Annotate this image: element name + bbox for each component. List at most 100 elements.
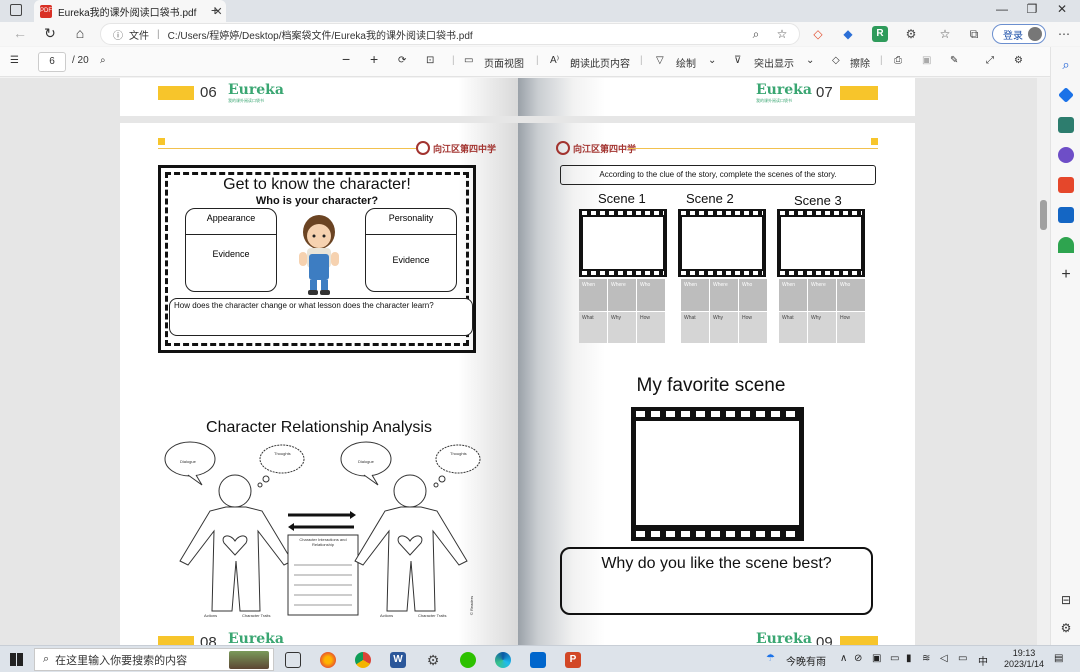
extension-blue-icon[interactable]: ◆: [840, 26, 856, 42]
search-icon[interactable]: ⌕: [100, 55, 106, 66]
sidebar-outlook-icon[interactable]: [1058, 207, 1074, 223]
total-pages: / 20: [72, 55, 89, 66]
weather-text[interactable]: 今晚有雨: [786, 653, 826, 668]
clock[interactable]: 19:13 2023/1/14: [1004, 648, 1044, 670]
highlight-dropdown-icon[interactable]: ⌄: [806, 55, 814, 66]
print-icon[interactable]: ⎙: [894, 55, 902, 66]
new-tab-button[interactable]: +: [206, 2, 224, 18]
weather-icon[interactable]: ☂: [766, 653, 775, 664]
draw-button[interactable]: 绘制: [676, 55, 696, 70]
erase-icon[interactable]: ◇: [832, 55, 840, 66]
sidebar-add-icon[interactable]: +: [1058, 267, 1074, 283]
zoom-in-button[interactable]: +: [370, 51, 378, 67]
tray-camera-icon[interactable]: ▭: [890, 653, 899, 664]
header-line: [158, 148, 416, 149]
sidebar-search-icon[interactable]: ⌕: [1058, 57, 1074, 73]
sidebar-toolbox-icon[interactable]: [1058, 117, 1074, 133]
tray-network-icon[interactable]: ▣: [872, 653, 881, 664]
school-logo: 向江区第四中学: [556, 141, 636, 155]
favorites-icon[interactable]: ☆: [937, 26, 953, 42]
what-cell: What: [579, 311, 607, 343]
lesson-question: How does the character change or what le…: [174, 301, 434, 310]
draw-dropdown-icon[interactable]: ⌄: [708, 55, 716, 66]
read-aloud-button[interactable]: 朗读此页内容: [570, 55, 630, 70]
rotate-icon[interactable]: ⟳: [398, 55, 406, 66]
windows-start-icon[interactable]: [10, 653, 23, 666]
fullscreen-icon[interactable]: ⤢: [986, 55, 994, 66]
film-holes: [582, 271, 664, 275]
highlight-button[interactable]: 突出显示: [754, 55, 794, 70]
sidebar-settings-icon[interactable]: ⚙: [1058, 621, 1074, 637]
yellow-bar: [158, 86, 194, 100]
search-icon: ⌕: [43, 653, 50, 665]
zoom-icon[interactable]: ⌕: [748, 26, 764, 42]
minimize-icon[interactable]: —: [988, 2, 1016, 16]
interaction-box-label: Character Interactions and Relationship: [299, 537, 347, 547]
actions-left: Actions: [204, 613, 218, 618]
scrollbar-thumb[interactable]: [1040, 200, 1047, 230]
sidebar-office-icon[interactable]: [1058, 177, 1074, 193]
film-holes: [681, 271, 763, 275]
wechat-icon[interactable]: [460, 652, 476, 668]
extension-r-icon[interactable]: R: [872, 26, 888, 42]
tray-battery-icon[interactable]: ▭: [958, 653, 967, 664]
save-icon[interactable]: ▣: [922, 55, 931, 66]
page-number-input[interactable]: 6: [38, 52, 66, 72]
tray-expand-icon[interactable]: ∧: [840, 653, 847, 664]
page-view-button[interactable]: 页面视图: [484, 55, 524, 70]
page-view-icon[interactable]: ▭: [464, 55, 473, 66]
highlight-icon[interactable]: ⊽: [734, 55, 741, 66]
tray-volume-icon[interactable]: ◁: [940, 653, 948, 664]
edge-icon[interactable]: [495, 652, 511, 668]
fit-page-icon[interactable]: ⊡: [426, 55, 434, 66]
school-logo: 向江区第四中学: [416, 141, 496, 155]
info-icon[interactable]: ⓘ: [113, 27, 123, 42]
notification-icon[interactable]: ▤: [1054, 653, 1063, 664]
close-window-icon[interactable]: ✕: [1048, 2, 1076, 16]
sidebar-tag-icon[interactable]: [1058, 87, 1074, 103]
traits-right: Character Traits: [418, 613, 447, 618]
vertical-scrollbar[interactable]: [1037, 78, 1050, 645]
sidebar-tree-icon[interactable]: [1058, 237, 1074, 253]
extensions-icon[interactable]: ⚙: [903, 26, 919, 42]
ime-indicator[interactable]: 中: [978, 653, 988, 668]
powerpoint-icon[interactable]: P: [565, 652, 581, 668]
collections-icon[interactable]: ⧉: [966, 26, 982, 42]
login-button[interactable]: 登录: [992, 24, 1046, 44]
school-seal-icon: [416, 141, 430, 155]
erase-button[interactable]: 擦除: [850, 55, 870, 70]
sidebar-games-icon[interactable]: [1058, 147, 1074, 163]
tray-wifi-icon[interactable]: ≋: [922, 653, 930, 664]
tab-title: Eureka我的课外阅读口袋书.pdf: [58, 7, 197, 19]
word-icon[interactable]: W: [390, 652, 406, 668]
document-viewer[interactable]: 06 Eureka 我的课外阅读口袋书 Eureka 我的课外阅读口袋书 07 …: [0, 78, 1050, 645]
pdf-settings-icon[interactable]: ⚙: [1014, 55, 1023, 66]
contents-icon[interactable]: ☰: [10, 55, 19, 66]
read-aloud-icon[interactable]: A⁾: [550, 55, 559, 66]
settings-icon[interactable]: ⚙: [425, 652, 441, 668]
home-icon[interactable]: ⌂: [70, 25, 90, 41]
maximize-icon[interactable]: ❐: [1018, 2, 1046, 16]
chrome-icon[interactable]: [355, 652, 371, 668]
address-bar[interactable]: ⓘ 文件 | C:/Users/程婷婷/Desktop/档案袋文件/Eureka…: [100, 23, 800, 45]
refresh-icon[interactable]: ↻: [40, 25, 60, 42]
favorite-star-icon[interactable]: ☆: [774, 26, 790, 42]
back-icon[interactable]: ←: [10, 25, 30, 41]
tray-mic-icon[interactable]: ▮: [906, 653, 912, 664]
character-worksheet: Get to know the character! Who is your c…: [158, 165, 476, 353]
tab-pdf[interactable]: PDF Eureka我的课外阅读口袋书.pdf ✕: [34, 0, 226, 22]
more-menu-icon[interactable]: ⋯: [1056, 26, 1072, 42]
extension-red-icon[interactable]: ◇: [810, 26, 826, 42]
tray-app-icon[interactable]: ⊘: [854, 653, 862, 664]
photos-icon[interactable]: [530, 652, 546, 668]
sidebar-layout-icon[interactable]: ⊟: [1058, 593, 1074, 609]
task-view-icon[interactable]: [285, 652, 301, 668]
taskbar-search[interactable]: ⌕ 在这里输入你要搜索的内容: [34, 648, 274, 671]
tab-actions-icon[interactable]: [10, 4, 22, 16]
firefox-icon[interactable]: [320, 652, 336, 668]
draw-icon[interactable]: ▽: [656, 55, 664, 66]
save-as-icon[interactable]: ✎: [950, 55, 958, 66]
who-cell: Who: [837, 279, 865, 311]
zoom-out-button[interactable]: −: [342, 51, 350, 67]
worksheet-title: Get to know the character!: [223, 176, 411, 193]
